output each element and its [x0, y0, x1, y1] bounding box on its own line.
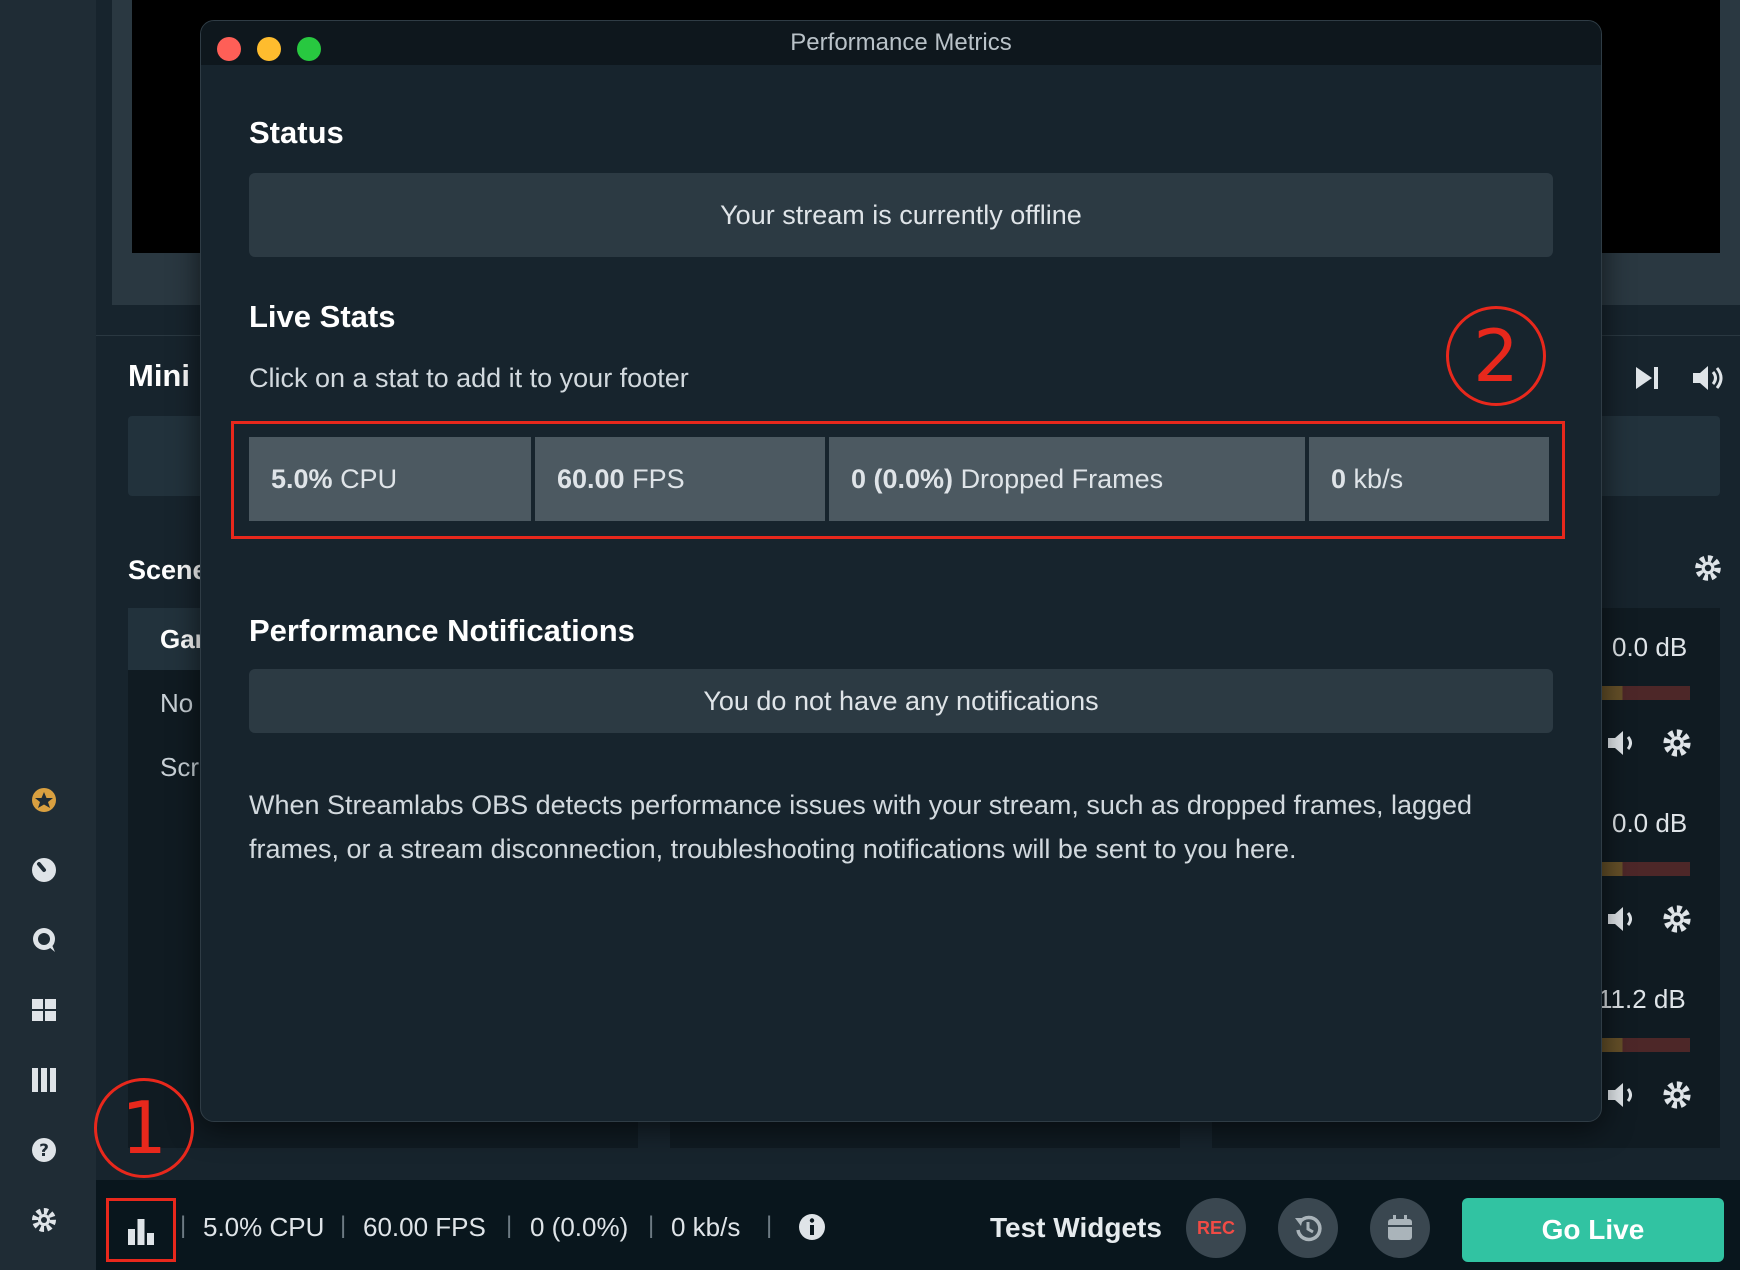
stat-value: 0 (0.0%)	[851, 464, 954, 494]
cpu-stat-tile[interactable]: 5.0% CPU	[249, 437, 531, 521]
footer-dropped-stat: 0 (0.0%)	[530, 1212, 629, 1242]
fps-stat-tile[interactable]: 60.00 FPS	[535, 437, 825, 521]
stat-value: 5.0%	[271, 464, 333, 494]
mixer-settings-gear-icon[interactable]	[1692, 552, 1724, 584]
performance-metrics-window: Performance Metrics Status Your stream i…	[200, 20, 1602, 1122]
calendar-icon	[1388, 1215, 1412, 1240]
info-icon[interactable]	[797, 1212, 827, 1242]
help-icon[interactable]: ?	[26, 1132, 62, 1168]
layout-icon[interactable]	[26, 992, 62, 1028]
schedule-button[interactable]	[1370, 1198, 1430, 1258]
mute-icon[interactable]	[1604, 1078, 1638, 1112]
footer-separator: |	[648, 1212, 655, 1239]
rec-label: REC	[1196, 1217, 1235, 1238]
prime-icon[interactable]	[26, 782, 62, 818]
volume-meter	[1600, 1038, 1690, 1052]
stat-label: kb/s	[1353, 464, 1404, 494]
stat-value: 60.00	[557, 464, 625, 494]
source-settings-gear-icon[interactable]	[1660, 726, 1694, 760]
svg-text:?: ?	[39, 1141, 49, 1161]
bar-chart-icon	[128, 1219, 154, 1245]
footer-cpu-stat: 5.0% CPU	[203, 1212, 325, 1242]
record-button[interactable]: REC	[1186, 1198, 1246, 1258]
skip-icon[interactable]	[1630, 362, 1662, 394]
footer-separator: |	[766, 1212, 773, 1239]
footer-bitrate-stat: 0 kb/s	[671, 1212, 741, 1242]
source-settings-gear-icon[interactable]	[1660, 1078, 1694, 1112]
mini-feed-title: Mini	[128, 358, 190, 393]
library-icon[interactable]	[26, 1062, 62, 1098]
annotation-marker-1: 1	[94, 1078, 194, 1178]
stat-label: FPS	[632, 464, 685, 494]
status-heading: Status	[249, 115, 344, 150]
volume-icon[interactable]	[1690, 362, 1726, 394]
mute-icon[interactable]	[1604, 902, 1638, 936]
annotation-marker-2: 2	[1446, 306, 1546, 406]
footer-separator: |	[506, 1212, 513, 1239]
mute-icon[interactable]	[1604, 726, 1638, 760]
replay-icon	[1295, 1215, 1322, 1242]
replay-buffer-button[interactable]	[1278, 1198, 1338, 1258]
mixer-db-value: 0.0 dB	[1612, 632, 1688, 662]
scenes-title: Scene	[128, 555, 208, 585]
performance-notifications-heading: Performance Notifications	[249, 613, 635, 648]
footer-separator: |	[340, 1212, 347, 1239]
test-widgets-button[interactable]: Test Widgets	[990, 1212, 1162, 1244]
live-stats-subtitle: Click on a stat to add it to your footer	[249, 363, 689, 393]
annotation-number: 1	[121, 1086, 167, 1170]
dashboard-icon[interactable]	[26, 852, 62, 888]
stream-status-box: Your stream is currently offline	[249, 173, 1553, 257]
chat-icon[interactable]	[26, 922, 62, 958]
notifications-box: You do not have any notifications	[249, 669, 1553, 733]
dropped-frames-stat-tile[interactable]: 0 (0.0%) Dropped Frames	[829, 437, 1305, 521]
mixer-db-value: 11.2 dB	[1598, 984, 1686, 1014]
footer-separator: |	[180, 1212, 187, 1239]
settings-gear-icon[interactable]	[26, 1202, 62, 1238]
volume-meter	[1600, 686, 1690, 700]
annotation-number: 2	[1473, 314, 1519, 398]
volume-meter	[1600, 862, 1690, 876]
stat-label: CPU	[340, 464, 398, 494]
performance-metrics-button[interactable]	[106, 1198, 176, 1262]
stat-value: 0	[1331, 464, 1347, 494]
live-stats-heading: Live Stats	[249, 299, 396, 334]
mixer-db-value: 0.0 dB	[1612, 808, 1688, 838]
go-live-button[interactable]: Go Live	[1462, 1198, 1724, 1262]
bitrate-stat-tile[interactable]: 0 kb/s	[1309, 437, 1549, 521]
notifications-description: When Streamlabs OBS detects performance …	[249, 790, 1473, 864]
source-settings-gear-icon[interactable]	[1660, 902, 1694, 936]
window-title: Performance Metrics	[790, 29, 1012, 56]
stat-label: Dropped Frames	[960, 464, 1164, 494]
footer-fps-stat: 60.00 FPS	[363, 1212, 486, 1242]
nav-rail: ?	[0, 0, 96, 1270]
